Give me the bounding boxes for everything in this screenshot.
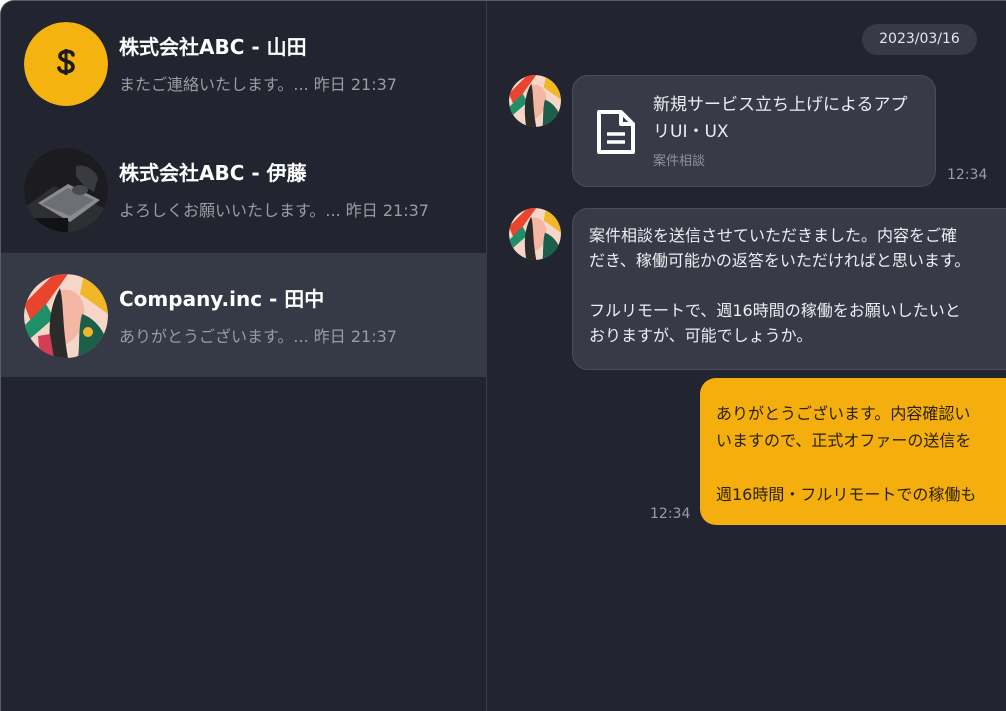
avatar [509, 75, 561, 127]
chat-panel: 2023/03/16 新規サービス立ち上げによるアプリUI・UX 案件相談 12… [487, 1, 1006, 711]
avatar [509, 208, 561, 260]
messaging-app: 株式会社ABC - 山田 またご連絡いたします。... 昨日 21:37 株式会… [0, 0, 1006, 711]
file-title: 新規サービス立ち上げによるアプリUI・UX [653, 95, 908, 142]
avatar [24, 274, 108, 358]
laptop-photo [24, 148, 108, 232]
conversation-item-yamada[interactable]: 株式会社ABC - 山田 またご連絡いたします。... 昨日 21:37 [1, 1, 487, 125]
conversation-preview: またご連絡いたします。... 昨日 21:37 [119, 75, 397, 94]
file-subtitle: 案件相談 [653, 154, 706, 169]
conversation-item-ito[interactable]: 株式会社ABC - 伊藤 よろしくお願いいたします。... 昨日 21:37 [1, 127, 487, 251]
s-logo-icon [24, 22, 108, 106]
conversation-preview: よろしくお願いいたします。... 昨日 21:37 [119, 201, 429, 220]
conversation-preview: ありがとうございます。... 昨日 21:37 [119, 327, 397, 346]
conversation-name: 株式会社ABC - 山田 [119, 35, 307, 59]
colorful-illustration [509, 75, 561, 127]
file-message[interactable]: 新規サービス立ち上げによるアプリUI・UX 案件相談 [572, 75, 936, 187]
avatar [24, 22, 108, 106]
conversation-name: 株式会社ABC - 伊藤 [119, 161, 307, 185]
conversation-item-tanaka[interactable]: Company.inc - 田中 ありがとうございます。... 昨日 21:37 [1, 253, 487, 377]
text-message: 案件相談を送信させていただきました。内容をご確 だき、稼働可能かの返答をいただけ… [572, 208, 1006, 370]
conversation-list: 株式会社ABC - 山田 またご連絡いたします。... 昨日 21:37 株式会… [1, 1, 487, 711]
message-time: 12:34 [650, 506, 691, 522]
date-separator: 2023/03/16 [862, 24, 977, 55]
message-time: 12:34 [947, 167, 988, 183]
conversation-name: Company.inc - 田中 [119, 287, 325, 311]
colorful-illustration [24, 274, 108, 358]
avatar [24, 148, 108, 232]
colorful-illustration [509, 208, 561, 260]
document-icon [597, 110, 635, 154]
own-message: ありがとうございます。内容確認い いますので、正式オファーの送信を 週16時間・… [700, 378, 1006, 525]
